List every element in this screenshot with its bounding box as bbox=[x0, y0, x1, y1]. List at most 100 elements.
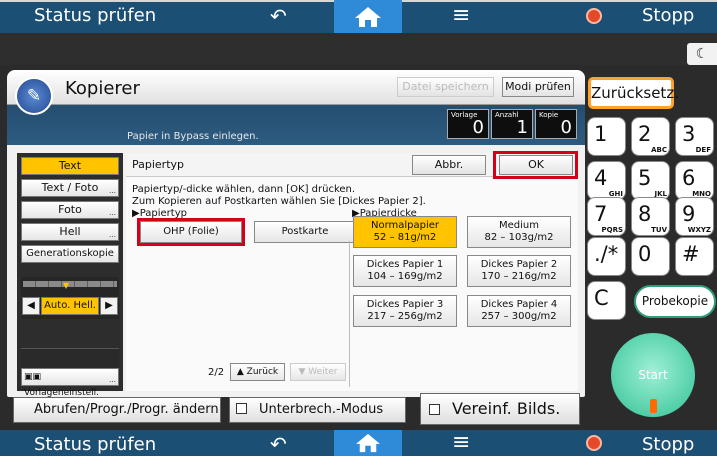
status-check-button[interactable]: Status prüfen bbox=[34, 5, 156, 26]
auto-density-button[interactable]: Auto. Hell. bbox=[41, 297, 99, 315]
ok-highlight-box bbox=[493, 151, 578, 179]
key-digit: 3 bbox=[682, 122, 696, 146]
thickness-thick3-button[interactable]: Dickes Papier 3 217 – 256g/m2 bbox=[353, 295, 457, 327]
mode-photo-button[interactable]: Foto… bbox=[21, 201, 119, 219]
next-page-button[interactable]: ▼ Weiter bbox=[290, 363, 346, 381]
key-3[interactable]: 3 DEF bbox=[675, 117, 714, 156]
thickness-range: 170 – 216g/m2 bbox=[481, 271, 557, 282]
ohp-highlight-box bbox=[137, 218, 245, 246]
recall-program-button[interactable]: Abrufen/Progr./Progr. ändern bbox=[13, 397, 221, 423]
paper-type-dialog: Papiertyp Abbr. OK Papiertyp/-dicke wähl… bbox=[126, 151, 578, 391]
key-digit: # bbox=[682, 242, 700, 266]
mode-label: Text / Foto bbox=[41, 181, 99, 194]
copier-header: Kopierer Datei speichern Modi prüfen ✎ V… bbox=[7, 70, 585, 145]
back-icon[interactable]: ↶ bbox=[270, 4, 287, 28]
key-2[interactable]: 2 ABC bbox=[631, 117, 670, 156]
up-arrow-icon: ▲ bbox=[236, 367, 247, 377]
original-settings-label: Vorlageneinstell. bbox=[24, 388, 99, 397]
stop-icon[interactable] bbox=[586, 8, 602, 24]
mode-light-button[interactable]: Hell… bbox=[21, 223, 119, 241]
energy-saver-icon[interactable]: ☾ bbox=[687, 43, 717, 65]
section-divider bbox=[349, 241, 350, 387]
home-icon bbox=[355, 6, 381, 27]
app-title: Kopierer bbox=[65, 78, 140, 99]
next-label: Weiter bbox=[308, 367, 338, 377]
start-status-indicator bbox=[650, 399, 657, 413]
density-lighter-button[interactable]: ◀ bbox=[22, 297, 40, 315]
interrupt-mode-button[interactable]: Unterbrech.-Modus bbox=[229, 397, 406, 423]
cancel-button[interactable]: Abbr. bbox=[412, 155, 486, 175]
menu-icon[interactable]: ≡ bbox=[452, 3, 470, 28]
key-5[interactable]: 5 JKL bbox=[631, 161, 670, 200]
more-icon: … bbox=[109, 376, 116, 384]
key-star[interactable]: ./* bbox=[587, 237, 626, 276]
counter-label: Anzahl bbox=[495, 111, 519, 119]
original-settings-area: ▣▣ Vorlageneinstell.… bbox=[21, 348, 119, 397]
thickness-normal-button[interactable]: Normalpapier 52 – 81g/m2 bbox=[353, 216, 457, 248]
key-7[interactable]: 7 PQRS bbox=[587, 197, 626, 236]
thickness-range: 82 – 103g/m2 bbox=[484, 232, 554, 243]
status-check-button[interactable]: Status prüfen bbox=[34, 434, 156, 455]
previous-label: Zurück bbox=[246, 367, 279, 377]
checkbox-icon bbox=[429, 404, 440, 415]
sample-copy-button[interactable]: Probekopie bbox=[634, 285, 716, 318]
density-darker-button[interactable]: ▶ bbox=[100, 297, 118, 315]
thickness-thick1-button[interactable]: Dickes Papier 1 104 – 169g/m2 bbox=[353, 255, 457, 287]
clear-label: C bbox=[594, 286, 609, 310]
menu-icon[interactable]: ≡ bbox=[452, 430, 470, 455]
key-1[interactable]: 1 bbox=[587, 117, 626, 156]
simplified-screen-button[interactable]: Vereinf. Bilds. bbox=[420, 393, 580, 425]
save-file-button[interactable]: Datei speichern bbox=[397, 77, 494, 97]
counter-label: Kopie bbox=[539, 111, 559, 119]
mode-text-photo-button[interactable]: Text / Foto… bbox=[21, 179, 119, 197]
mode-label: Foto bbox=[58, 203, 82, 216]
key-0[interactable]: 0 bbox=[631, 237, 670, 276]
page-indicator: 2/2 bbox=[208, 367, 225, 378]
previous-page-button[interactable]: ▲ Zurück bbox=[230, 363, 285, 381]
counter-value: 0 bbox=[560, 117, 572, 138]
key-digit: 9 bbox=[682, 202, 696, 226]
check-modes-button[interactable]: Modi prüfen bbox=[502, 77, 574, 97]
key-hash[interactable]: # bbox=[675, 237, 714, 276]
thickness-name: Normalpapier bbox=[370, 220, 440, 231]
dialog-title: Papiertyp bbox=[132, 158, 185, 171]
thickness-name: Dickes Papier 1 bbox=[366, 259, 444, 270]
dialog-header: Papiertyp Abbr. OK bbox=[126, 151, 578, 179]
original-settings-button[interactable]: ▣▣ Vorlageneinstell.… bbox=[21, 368, 119, 397]
interrupt-label: Unterbrech.-Modus bbox=[259, 402, 384, 417]
thickness-thick2-button[interactable]: Dickes Papier 2 170 – 216g/m2 bbox=[467, 255, 571, 287]
thickness-range: 52 – 81g/m2 bbox=[373, 232, 437, 243]
home-button[interactable] bbox=[334, 0, 402, 33]
thickness-range: 257 – 300g/m2 bbox=[481, 311, 557, 322]
reset-button[interactable]: Zurücksetz. bbox=[588, 77, 679, 109]
key-letters: WXYZ bbox=[687, 226, 711, 234]
copier-titlebar: Kopierer Datei speichern Modi prüfen bbox=[7, 70, 585, 105]
thickness-medium-button[interactable]: Medium 82 – 103g/m2 bbox=[467, 216, 571, 248]
thickness-range: 217 – 256g/m2 bbox=[367, 311, 443, 322]
stop-button[interactable]: Stopp bbox=[642, 434, 694, 455]
mode-generation-copy-button[interactable]: Generationskopie bbox=[21, 245, 119, 263]
key-letters: TUV bbox=[651, 226, 667, 234]
key-digit: 7 bbox=[594, 202, 608, 226]
thickness-name: Dickes Papier 4 bbox=[480, 299, 558, 310]
back-icon[interactable]: ↶ bbox=[270, 432, 287, 456]
key-8[interactable]: 8 TUV bbox=[631, 197, 670, 236]
thickness-thick4-button[interactable]: Dickes Papier 4 257 – 300g/m2 bbox=[467, 295, 571, 327]
mode-text-button[interactable]: Text bbox=[21, 157, 119, 175]
home-button[interactable] bbox=[334, 430, 402, 456]
stop-icon[interactable] bbox=[586, 435, 602, 451]
key-4[interactable]: 4 GHI bbox=[587, 161, 626, 200]
clear-key[interactable]: C bbox=[587, 281, 626, 320]
thickness-name: Medium bbox=[499, 220, 539, 231]
checkbox-icon bbox=[236, 403, 247, 414]
key-digit: 4 bbox=[594, 166, 608, 190]
postcard-button[interactable]: Postkarte bbox=[254, 221, 356, 243]
key-digit: 8 bbox=[638, 202, 652, 226]
copier-panel: Kopierer Datei speichern Modi prüfen ✎ V… bbox=[7, 70, 585, 397]
key-9[interactable]: 9 WXYZ bbox=[675, 197, 714, 236]
key-6[interactable]: 6 MNO bbox=[675, 161, 714, 200]
instruction-line: Papiertyp/-dicke wählen, dann [OK] drück… bbox=[132, 184, 356, 195]
stop-button[interactable]: Stopp bbox=[642, 5, 694, 26]
counter-originals: Vorlage 0 bbox=[447, 109, 489, 139]
mode-label: Hell bbox=[59, 225, 81, 238]
